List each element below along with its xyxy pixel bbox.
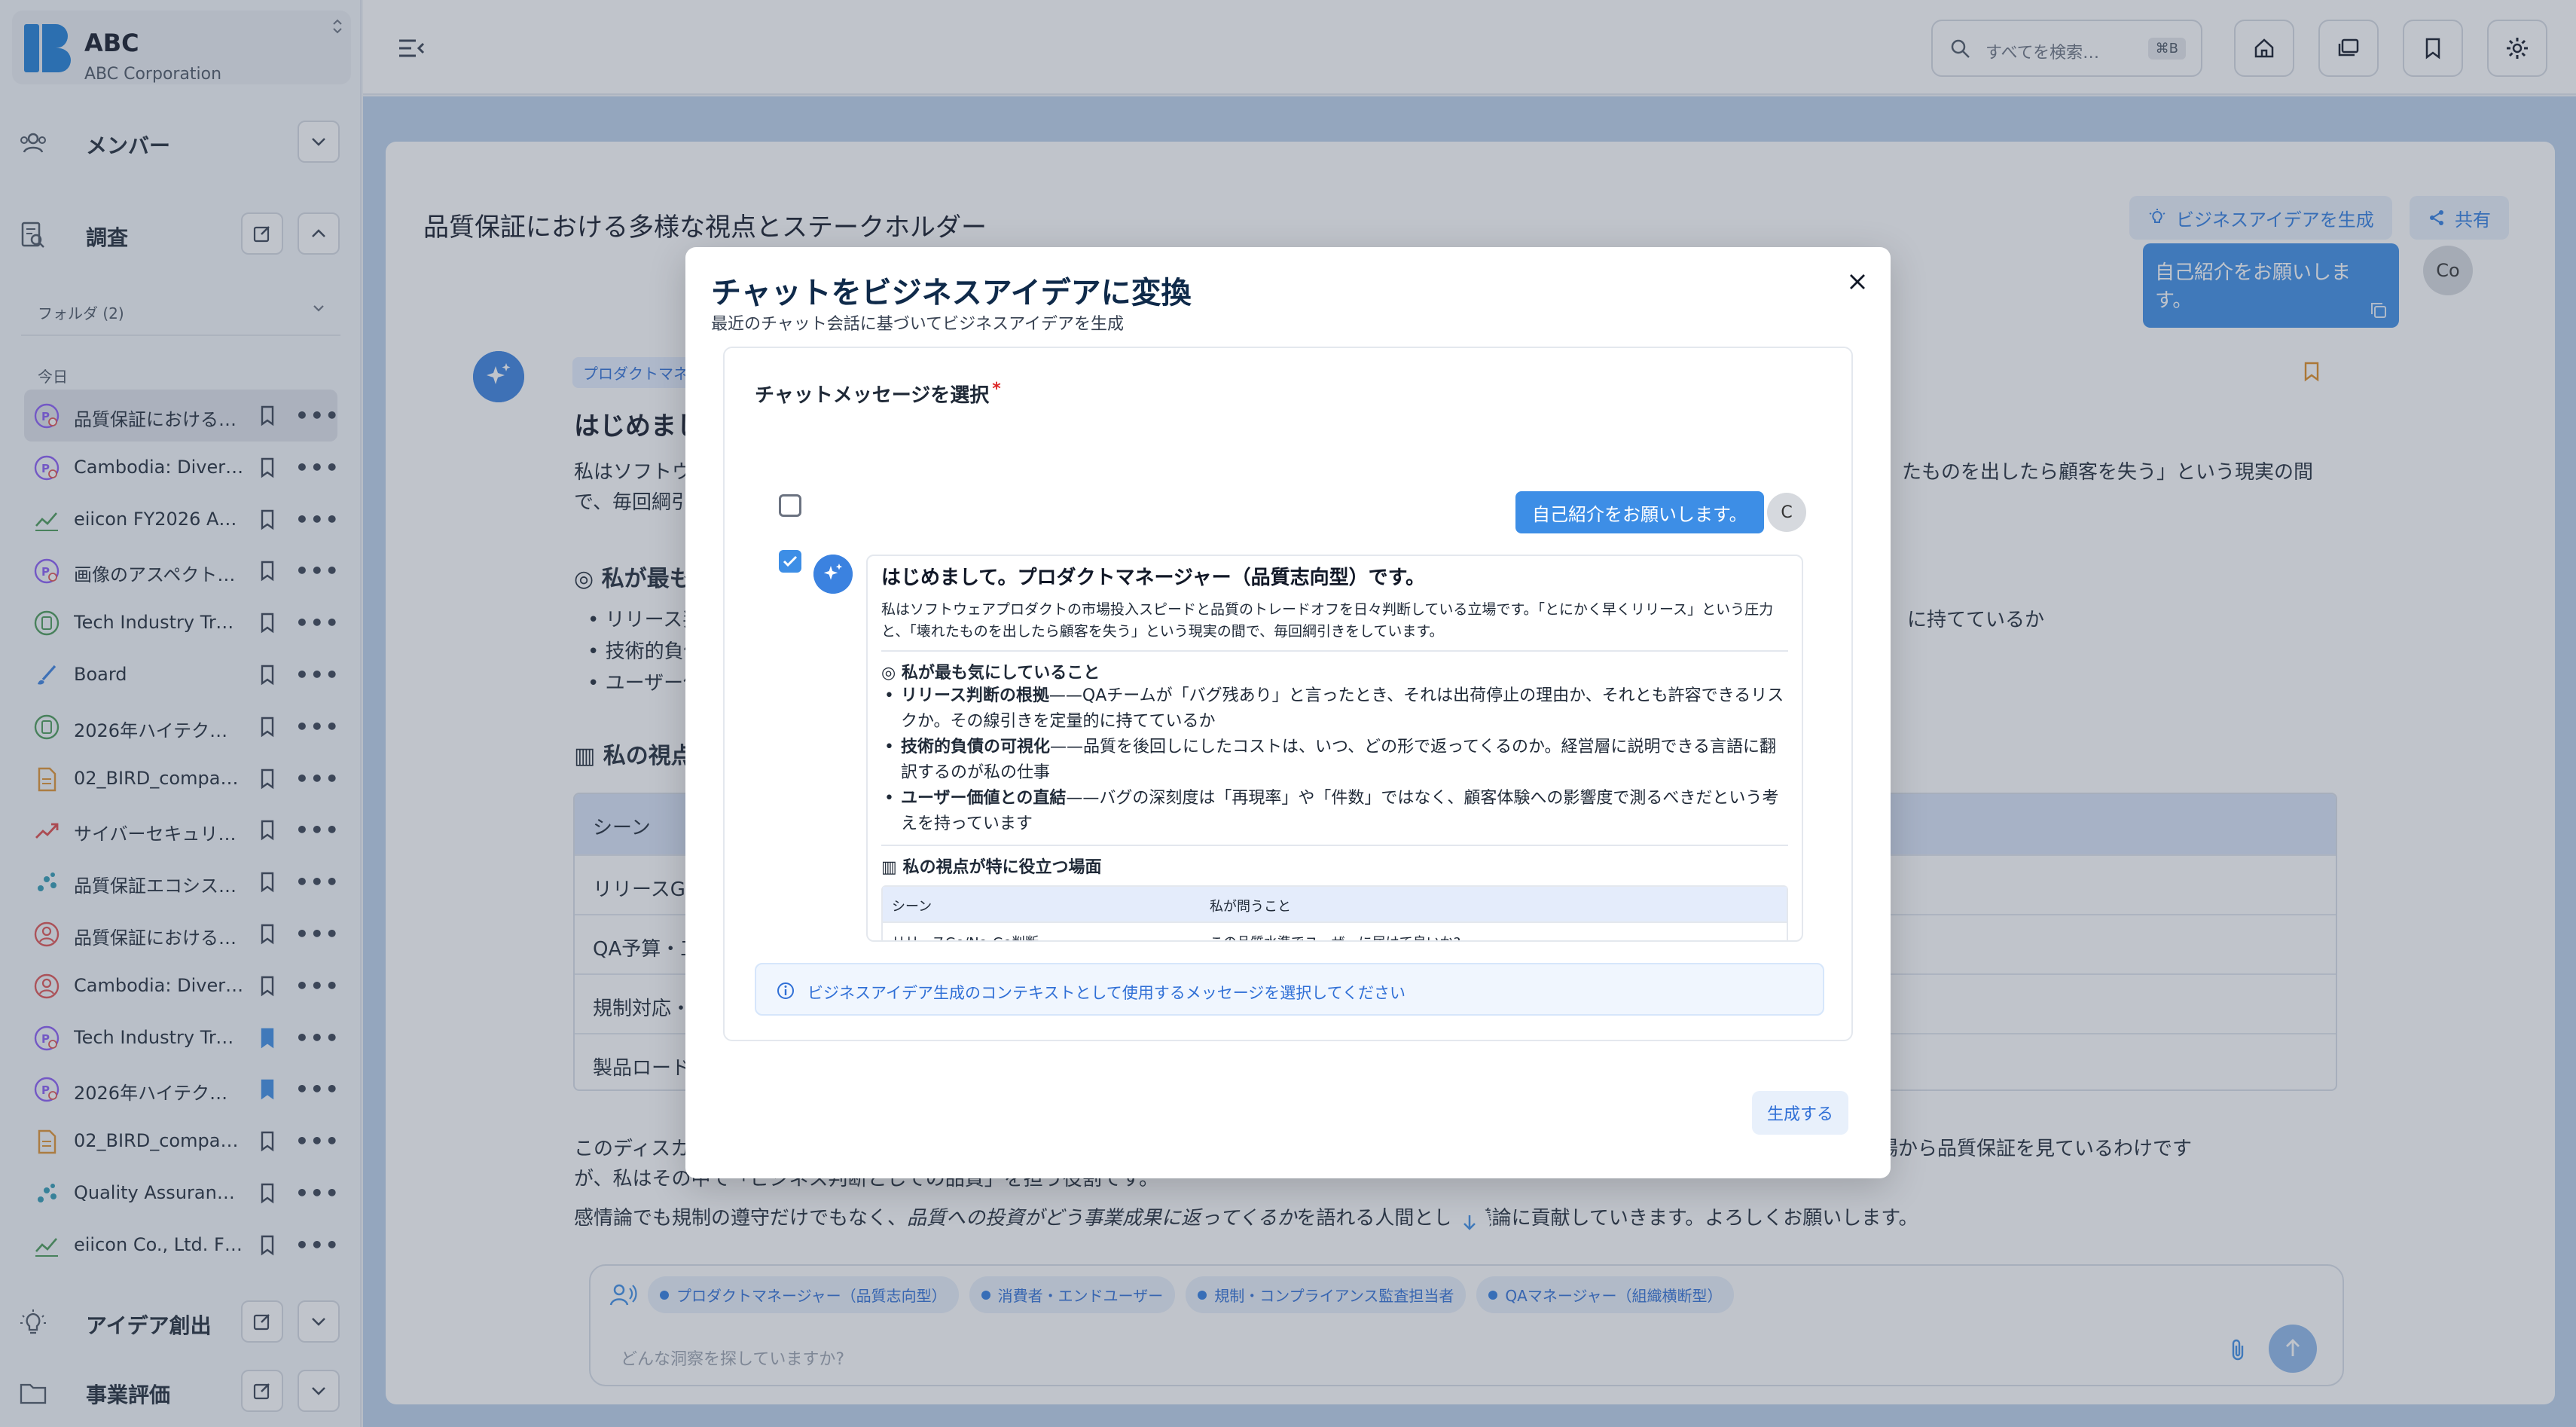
user-message-checkbox[interactable] [779,494,801,517]
preview-section2-label: 私の視点が特に役立つ場面 [902,858,1102,877]
user-avatar: C [1767,493,1806,532]
generate-button[interactable]: 生成する [1752,1091,1848,1135]
preview-bullet-bold: ユーザー価値との直結 [901,789,1067,808]
preview-heading: はじめまして。プロダクトマネージャー（品質志向型）です。 [881,567,1426,589]
table-row: リリースGo/No-Go判断 この品質水準でユーザーに届けて良いか? [883,921,1787,940]
preview-section2: ▥ 私の視点が特に役立つ場面 [881,854,1788,878]
table-header-cell: シーン [892,899,932,915]
target-icon: ◎ [881,664,902,683]
divider [881,845,1788,846]
info-text: ビジネスアイデア生成のコンテキストとして使用するメッセージを選択してください [807,984,1406,1002]
select-messages-text: チャットメッセージを選択 [755,384,990,407]
user-message-bubble: 自己紹介をお願いします。 [1515,491,1764,533]
table-cell: リリースGo/No-Go判断 [892,932,1039,940]
preview-table-header: シーン 私が問うこと [883,887,1787,921]
preview-bullet-bold: リリース判断の根拠 [901,686,1049,705]
convert-chat-modal: チャットをビジネスアイデアに変換 最近のチャット会話に基づいてビジネスアイデアを… [685,247,1891,1178]
preview-bullet: ユーザー価値との直結——バグの深刻度は「再現率」や「件数」ではなく、顧客体験への… [881,786,1788,837]
info-banner: ビジネスアイデア生成のコンテキストとして使用するメッセージを選択してください [755,963,1824,1016]
close-button[interactable] [1841,265,1874,298]
preview-table: シーン 私が問うこと リリースGo/No-Go判断 この品質水準でユーザーに届け… [881,885,1788,940]
required-mark: * [992,380,1001,399]
table-cell: この品質水準でユーザーに届けて良いか? [1210,932,1460,940]
preview-intro: 私はソフトウェアプロダクトの市場投入スピードと品質のトレードオフを日々判断してい… [881,601,1774,640]
ai-message-checkbox[interactable] [779,550,801,573]
close-icon [1850,274,1865,289]
ai-message-preview: はじめまして。プロダクトマネージャー（品質志向型）です。 私はソフトウェアプロダ… [866,555,1803,942]
modal-subtitle: 最近のチャット会話に基づいてビジネスアイデアを生成 [711,315,1125,334]
select-messages-label: チャットメッセージを選択 * [755,380,1001,408]
preview-bullet: 技術的負債の可視化——品質を後回しにしたコストは、いつ、どの形で返ってくるのか。… [881,735,1788,786]
preview-bullet: リリース判断の根拠——QAチームが「バグ残あり」と言ったとき、それは出荷停止の理… [881,683,1788,735]
preview-bullet-bold: 技術的負債の可視化 [901,738,1051,756]
info-icon [777,982,794,999]
ai-avatar-icon [813,555,853,594]
table-header-cell: 私が問うこと [1210,899,1291,915]
preview-section1-label: 私が最も気にしていること [901,664,1100,683]
divider [881,650,1788,652]
preview-section1: ◎ 私が最も気にしていること [881,659,1788,683]
factory-icon: ▥ [881,858,903,877]
checkmark-icon [783,555,798,567]
modal-title: チャットをビジネスアイデアに変換 [711,276,1192,310]
message-selector: チャットメッセージを選択 * 自己紹介をお願いします。 C はじめまして。プロダク… [723,347,1853,1041]
